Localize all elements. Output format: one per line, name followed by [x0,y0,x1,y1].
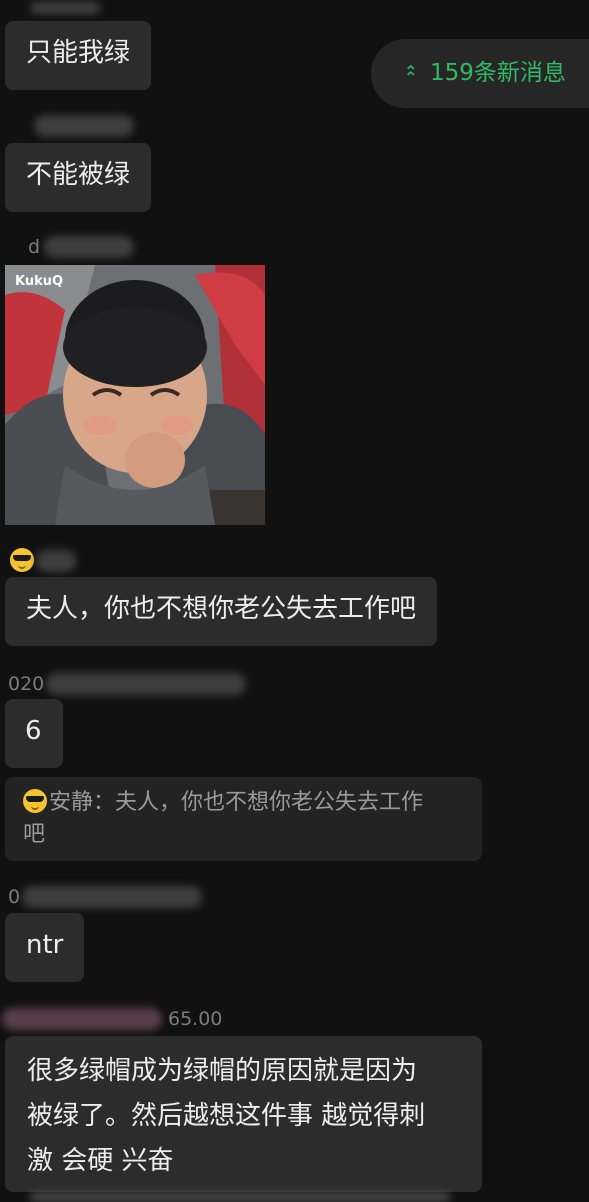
quote-line: 吧 [23,822,46,847]
quote-line: 安静：夫人，你也不想你老公失去工作 [23,787,468,819]
new-messages-count: 159条新消息 [430,60,566,86]
message-bubble[interactable]: 6 [5,699,63,768]
double-chevron-up-icon-lower: ⌃ [404,68,418,87]
next-message-preview-blurred [30,1192,450,1202]
message-bubble-long[interactable]: 很多绿帽成为绿帽的原因就是因为 被绿了。然后越想这件事 越觉得刺 激 会硬 兴奋 [5,1036,482,1192]
sunglasses-emoji-icon [23,789,47,813]
message-line: 很多绿帽成为绿帽的原因就是因为 [27,1056,418,1086]
sender-name-blurred [34,115,134,137]
sunglasses-emoji-icon [10,548,34,572]
message-line: 激 会硬 兴奋 [27,1146,174,1176]
sender-name-blurred [36,550,76,572]
sender-name-blurred [22,886,202,908]
quoted-message[interactable]: 安静：夫人，你也不想你老公失去工作 吧 [5,777,482,861]
sender-name-blurred [44,236,134,258]
message-line: 被绿了。然后越想这件事 越觉得刺 [27,1101,426,1131]
image-message[interactable]: KukuQ [5,265,265,525]
watermark-text: KukuQ [15,274,64,289]
photo-illustration [5,265,265,525]
sender-name-fragment: 0 [8,886,21,908]
sender-name-blurred [46,673,246,695]
message-bubble[interactable]: 不能被绿 [5,143,152,212]
sender-name-fragment: 65.00 [168,1008,223,1030]
sender-name-blurred [30,2,100,14]
sender-name-blurred [2,1008,162,1030]
sender-name-fragment: 020 [8,673,45,695]
message-bubble[interactable]: ntr [5,913,84,982]
message-bubble[interactable]: 夫人，你也不想你老公失去工作吧 [5,577,438,646]
sender-name-fragment: d [28,236,41,258]
new-messages-button[interactable]: ⌃ ⌃ 159条新消息 [371,39,589,108]
quote-text: 安静：夫人，你也不想你老公失去工作 [49,790,424,815]
message-bubble[interactable]: 只能我绿 [5,21,152,90]
